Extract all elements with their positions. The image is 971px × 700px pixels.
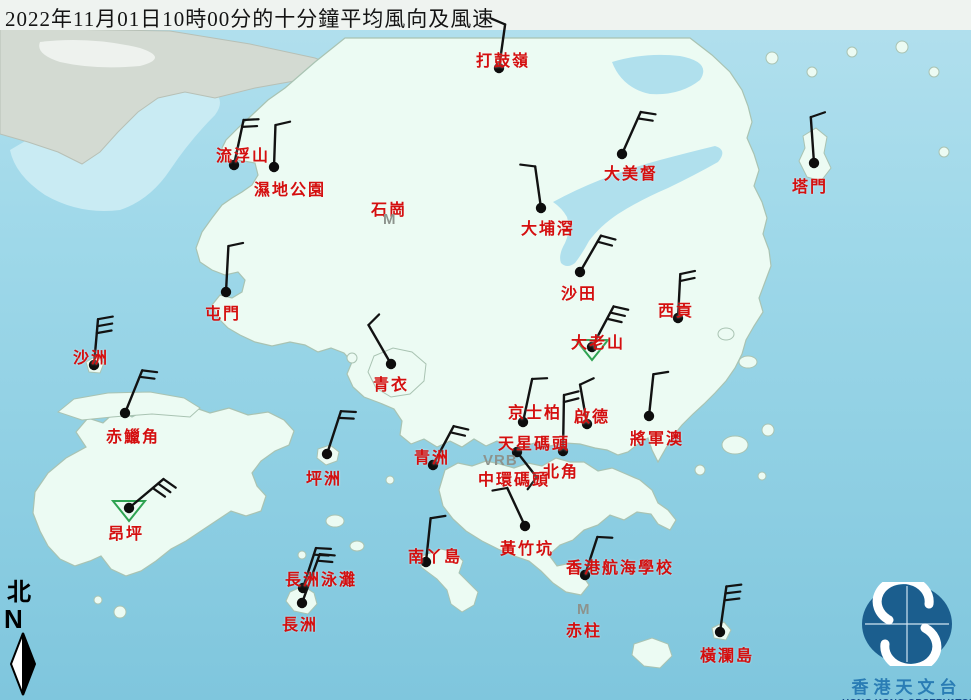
hko-name-chinese: 香港天文台	[842, 673, 971, 698]
station-label: 打鼓嶺	[476, 47, 530, 71]
hong-kong-map	[0, 0, 971, 700]
north-arrow-icon	[4, 632, 44, 696]
station-dot	[520, 521, 530, 531]
missing-data-marker: M	[577, 601, 591, 618]
station-label: 沙洲	[73, 344, 109, 368]
station-label: 坪洲	[306, 465, 342, 489]
station-dot	[124, 503, 134, 513]
station-dot	[386, 359, 396, 369]
station-label: 將軍澳	[630, 425, 684, 449]
north-compass: 北 N	[4, 580, 50, 700]
compass-north-letter: N	[4, 606, 50, 632]
station-dot	[617, 149, 627, 159]
page-title: 2022年11月01日10時00分的十分鐘平均風向及風速	[5, 3, 494, 33]
station-dot	[221, 287, 231, 297]
station-label: 青洲	[414, 444, 450, 468]
station-label: 長洲泳灘	[285, 566, 357, 590]
station-dot	[322, 449, 332, 459]
station-dot	[575, 267, 585, 277]
station-label: 京士柏	[508, 399, 562, 423]
station-label: 大埔滘	[521, 215, 575, 239]
hko-logo-icon	[859, 582, 955, 666]
wind-map-screen: 打鼓嶺流浮山濕地公園石崗M大美督塔門大埔滘沙田屯門西貢沙洲大老山青衣赤鱲角坪洲昂…	[0, 0, 971, 700]
station-label: 赤柱	[566, 617, 602, 641]
station-label: 香港航海學校	[566, 554, 674, 578]
station-dot	[644, 411, 654, 421]
station-label: 大老山	[571, 329, 625, 353]
station-dot	[297, 598, 307, 608]
variable-wind-marker: VRB	[483, 452, 518, 469]
station-dot	[715, 627, 725, 637]
compass-north-chinese: 北	[7, 580, 50, 606]
station-label: 青衣	[373, 371, 409, 395]
ma-wan-island	[347, 353, 357, 363]
station-label: 南丫島	[408, 543, 462, 567]
station-label: 大美督	[604, 160, 658, 184]
station-label: 北角	[543, 458, 579, 482]
station-label: 西貢	[658, 297, 694, 321]
missing-data-marker: M	[383, 211, 397, 228]
station-label: 橫瀾島	[700, 642, 754, 666]
station-label: 昂坪	[108, 520, 144, 544]
station-label: 黃竹坑	[500, 535, 554, 559]
station-label: 流浮山	[216, 142, 270, 166]
station-label: 沙田	[561, 280, 597, 304]
station-label: 屯門	[205, 300, 241, 324]
hko-logo: 香港天文台 HONG KONG OBSERVATORY	[842, 582, 971, 700]
station-dot	[809, 158, 819, 168]
station-dot	[536, 203, 546, 213]
station-label: 中環碼頭	[478, 466, 550, 490]
station-label: 啟德	[574, 403, 610, 427]
station-label: 天星碼頭	[498, 430, 570, 454]
station-label: 濕地公園	[254, 176, 326, 200]
station-dot	[120, 408, 130, 418]
station-label: 長洲	[282, 611, 318, 635]
station-label: 塔門	[792, 173, 828, 197]
station-dot	[269, 162, 279, 172]
station-label: 赤鱲角	[106, 423, 160, 447]
